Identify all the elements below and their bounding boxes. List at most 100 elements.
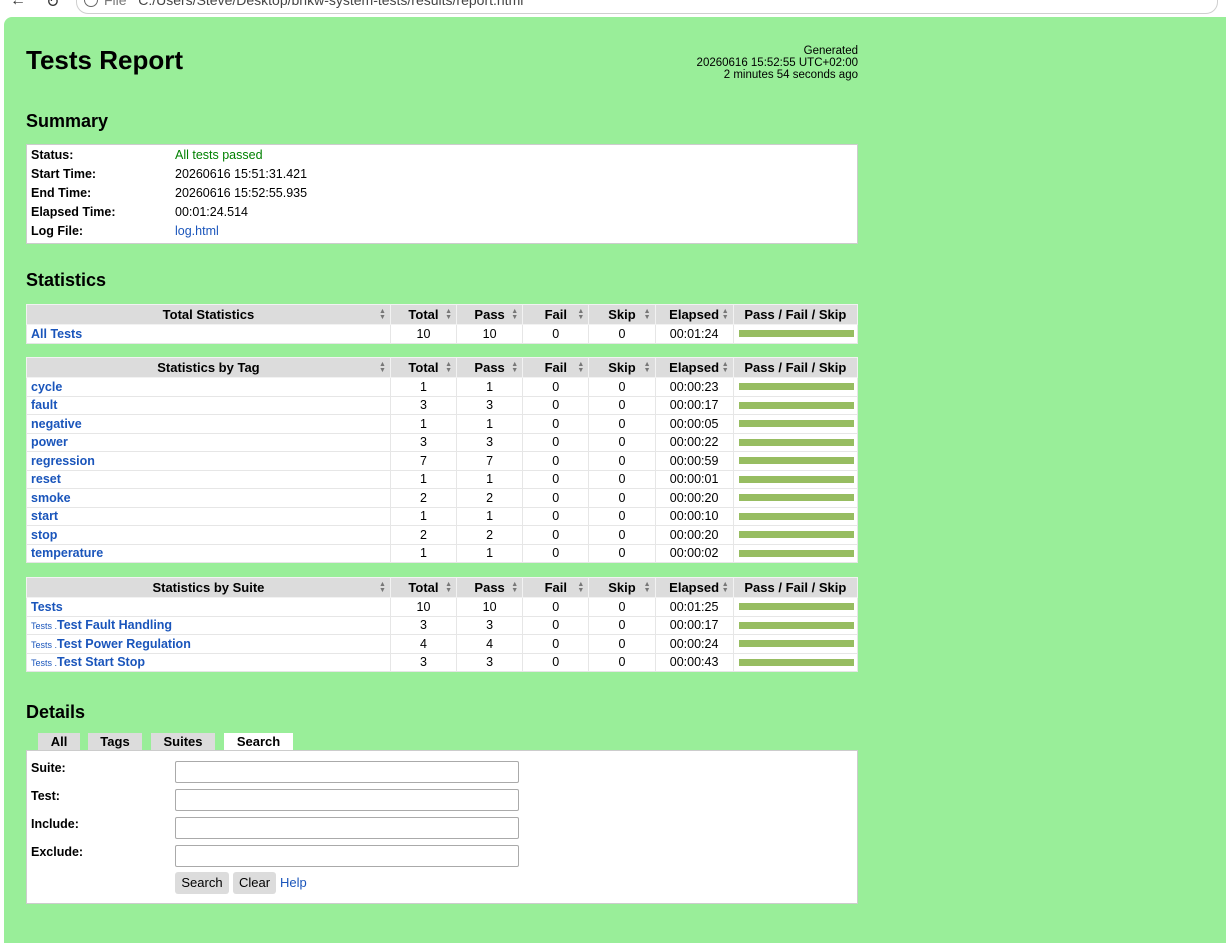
back-arrow-icon[interactable]: ← — [10, 0, 26, 10]
col-name-header[interactable]: Total Statistics ▲ ▼ — [26, 304, 391, 325]
stats-row: Tests .Test Power Regulation 4 4 0 0 00:00:24 — [26, 634, 859, 654]
sort-arrows-icon[interactable]: ▲ ▼ — [511, 308, 518, 321]
pass-bar — [738, 640, 854, 648]
log-file-link[interactable]: log.html — [175, 222, 219, 241]
tab-all[interactable]: All — [38, 733, 80, 751]
col-name-header[interactable]: Statistics by Suite ▲ ▼ — [26, 577, 391, 598]
sort-arrows-icon[interactable]: ▲ ▼ — [644, 308, 651, 321]
header-label: Statistics by Tag — [157, 360, 260, 375]
sort-arrows-icon[interactable]: ▲ ▼ — [511, 581, 518, 594]
suite-parent-prefix[interactable]: Tests . — [31, 640, 57, 650]
header-label: Pass / Fail / Skip — [744, 307, 847, 322]
stat-elapsed-cell: 00:00:01 — [654, 469, 734, 489]
pass-fail-skip-graph — [732, 395, 859, 415]
sort-arrows-icon[interactable]: ▲ ▼ — [722, 361, 729, 374]
tag-link[interactable]: power — [31, 435, 68, 449]
col-header[interactable]: Elapsed ▲ ▼ — [654, 357, 734, 378]
pass-fail-skip-graph — [732, 488, 859, 508]
col-header[interactable]: Elapsed ▲ ▼ — [654, 304, 734, 325]
stat-fail-cell: 0 — [522, 451, 590, 471]
suite-link[interactable]: Test Fault Handling — [57, 618, 172, 632]
sort-arrows-icon[interactable]: ▲ ▼ — [577, 361, 584, 374]
stat-skip-cell: 0 — [588, 634, 656, 654]
tag-link[interactable]: reset — [31, 472, 61, 486]
sort-arrows-icon[interactable]: ▲ ▼ — [445, 361, 452, 374]
search-button[interactable]: Search — [175, 872, 229, 894]
suite-link[interactable]: Test Start Stop — [57, 655, 145, 669]
summary-key: Elapsed Time: — [31, 205, 116, 219]
col-header[interactable]: Fail ▲ ▼ — [522, 357, 590, 378]
header-label: Total — [408, 307, 439, 322]
suite-parent-prefix[interactable]: Tests . — [31, 658, 57, 668]
include-label: Include: — [31, 817, 79, 831]
sort-arrows-icon[interactable]: ▲ ▼ — [644, 361, 651, 374]
test-label: Test: — [31, 789, 60, 803]
sort-arrows-icon[interactable]: ▲ ▼ — [379, 361, 386, 374]
sort-arrows-icon[interactable]: ▲ ▼ — [445, 581, 452, 594]
stat-name-cell: cycle — [26, 377, 391, 397]
stat-name-cell: regression — [26, 451, 391, 471]
suite-parent-prefix[interactable]: Tests . — [31, 621, 57, 631]
tag-link[interactable]: regression — [31, 454, 95, 468]
stats-row: Tests .Test Fault Handling 3 3 0 0 00:00:17 — [26, 615, 859, 635]
total-statistics-table: Total Statistics ▲ ▼ Total ▲ ▼ Pass ▲ ▼ Fail ▲ ▼ Ski… — [26, 304, 859, 344]
col-header[interactable]: Fail ▲ ▼ — [522, 304, 590, 325]
pass-bar — [738, 475, 854, 483]
tab-tags[interactable]: Tags — [88, 733, 142, 751]
url-text[interactable]: File C:/Users/Steve/Desktop/bnkw-system-… — [104, 0, 523, 8]
suite-label: Suite: — [31, 761, 66, 775]
col-header[interactable]: Pass ▲ ▼ — [456, 577, 524, 598]
exclude-input[interactable] — [175, 845, 519, 867]
sort-arrows-icon[interactable]: ▲ ▼ — [722, 581, 729, 594]
url-scheme: File — [104, 0, 127, 8]
stat-skip-cell: 0 — [588, 543, 656, 563]
suite-link[interactable]: Test Power Regulation — [57, 637, 191, 651]
stat-elapsed-cell: 00:00:02 — [654, 543, 734, 563]
sort-arrows-icon[interactable]: ▲ ▼ — [577, 308, 584, 321]
tag-link[interactable]: cycle — [31, 380, 62, 394]
tag-link[interactable]: smoke — [31, 491, 71, 505]
tag-link[interactable]: start — [31, 509, 58, 523]
suite-input[interactable] — [175, 761, 519, 783]
col-header[interactable]: Total ▲ ▼ — [389, 577, 458, 598]
all-tests-link[interactable]: All Tests — [31, 327, 82, 341]
suite-link[interactable]: Tests — [31, 600, 63, 614]
sort-arrows-icon[interactable]: ▲ ▼ — [511, 361, 518, 374]
col-name-header[interactable]: Statistics by Tag ▲ ▼ — [26, 357, 391, 378]
status-value: All tests passed — [175, 148, 263, 162]
stats-header-row: Total Statistics ▲ ▼ Total ▲ ▼ Pass ▲ ▼ Fail ▲ ▼ Ski… — [26, 304, 859, 325]
col-header[interactable]: Total ▲ ▼ — [389, 357, 458, 378]
summary-row: Status: All tests passed — [27, 146, 857, 165]
url-path: C:/Users/Steve/Desktop/bnkw-system-tests… — [138, 0, 524, 8]
col-header[interactable]: Elapsed ▲ ▼ — [654, 577, 734, 598]
col-header[interactable]: Skip ▲ ▼ — [588, 577, 656, 598]
pass-bar — [738, 420, 854, 428]
sort-arrows-icon[interactable]: ▲ ▼ — [445, 308, 452, 321]
sort-arrows-icon[interactable]: ▲ ▼ — [577, 581, 584, 594]
col-header[interactable]: Total ▲ ▼ — [389, 304, 458, 325]
tag-link[interactable]: stop — [31, 528, 57, 542]
exclude-label: Exclude: — [31, 845, 84, 859]
tag-link[interactable]: negative — [31, 417, 82, 431]
col-header[interactable]: Pass ▲ ▼ — [456, 357, 524, 378]
help-link[interactable]: Help — [280, 875, 307, 890]
sort-arrows-icon[interactable]: ▲ ▼ — [644, 581, 651, 594]
col-header[interactable]: Skip ▲ ▼ — [588, 357, 656, 378]
sort-arrows-icon[interactable]: ▲ ▼ — [379, 581, 386, 594]
test-input[interactable] — [175, 789, 519, 811]
sort-arrows-icon[interactable]: ▲ ▼ — [722, 308, 729, 321]
pass-bar — [738, 512, 854, 520]
tag-link[interactable]: temperature — [31, 546, 103, 560]
header-label: Statistics by Suite — [152, 580, 265, 595]
pass-bar — [738, 330, 854, 338]
include-input[interactable] — [175, 817, 519, 839]
tag-link[interactable]: fault — [31, 398, 57, 412]
refresh-icon[interactable]: ↻ — [46, 0, 59, 12]
stat-skip-cell: 0 — [588, 597, 656, 617]
clear-button[interactable]: Clear — [233, 872, 276, 894]
col-header[interactable]: Pass ▲ ▼ — [456, 304, 524, 325]
col-header[interactable]: Fail ▲ ▼ — [522, 577, 590, 598]
col-header[interactable]: Skip ▲ ▼ — [588, 304, 656, 325]
sort-arrows-icon[interactable]: ▲ ▼ — [379, 308, 386, 321]
tab-suites[interactable]: Suites — [151, 733, 215, 751]
